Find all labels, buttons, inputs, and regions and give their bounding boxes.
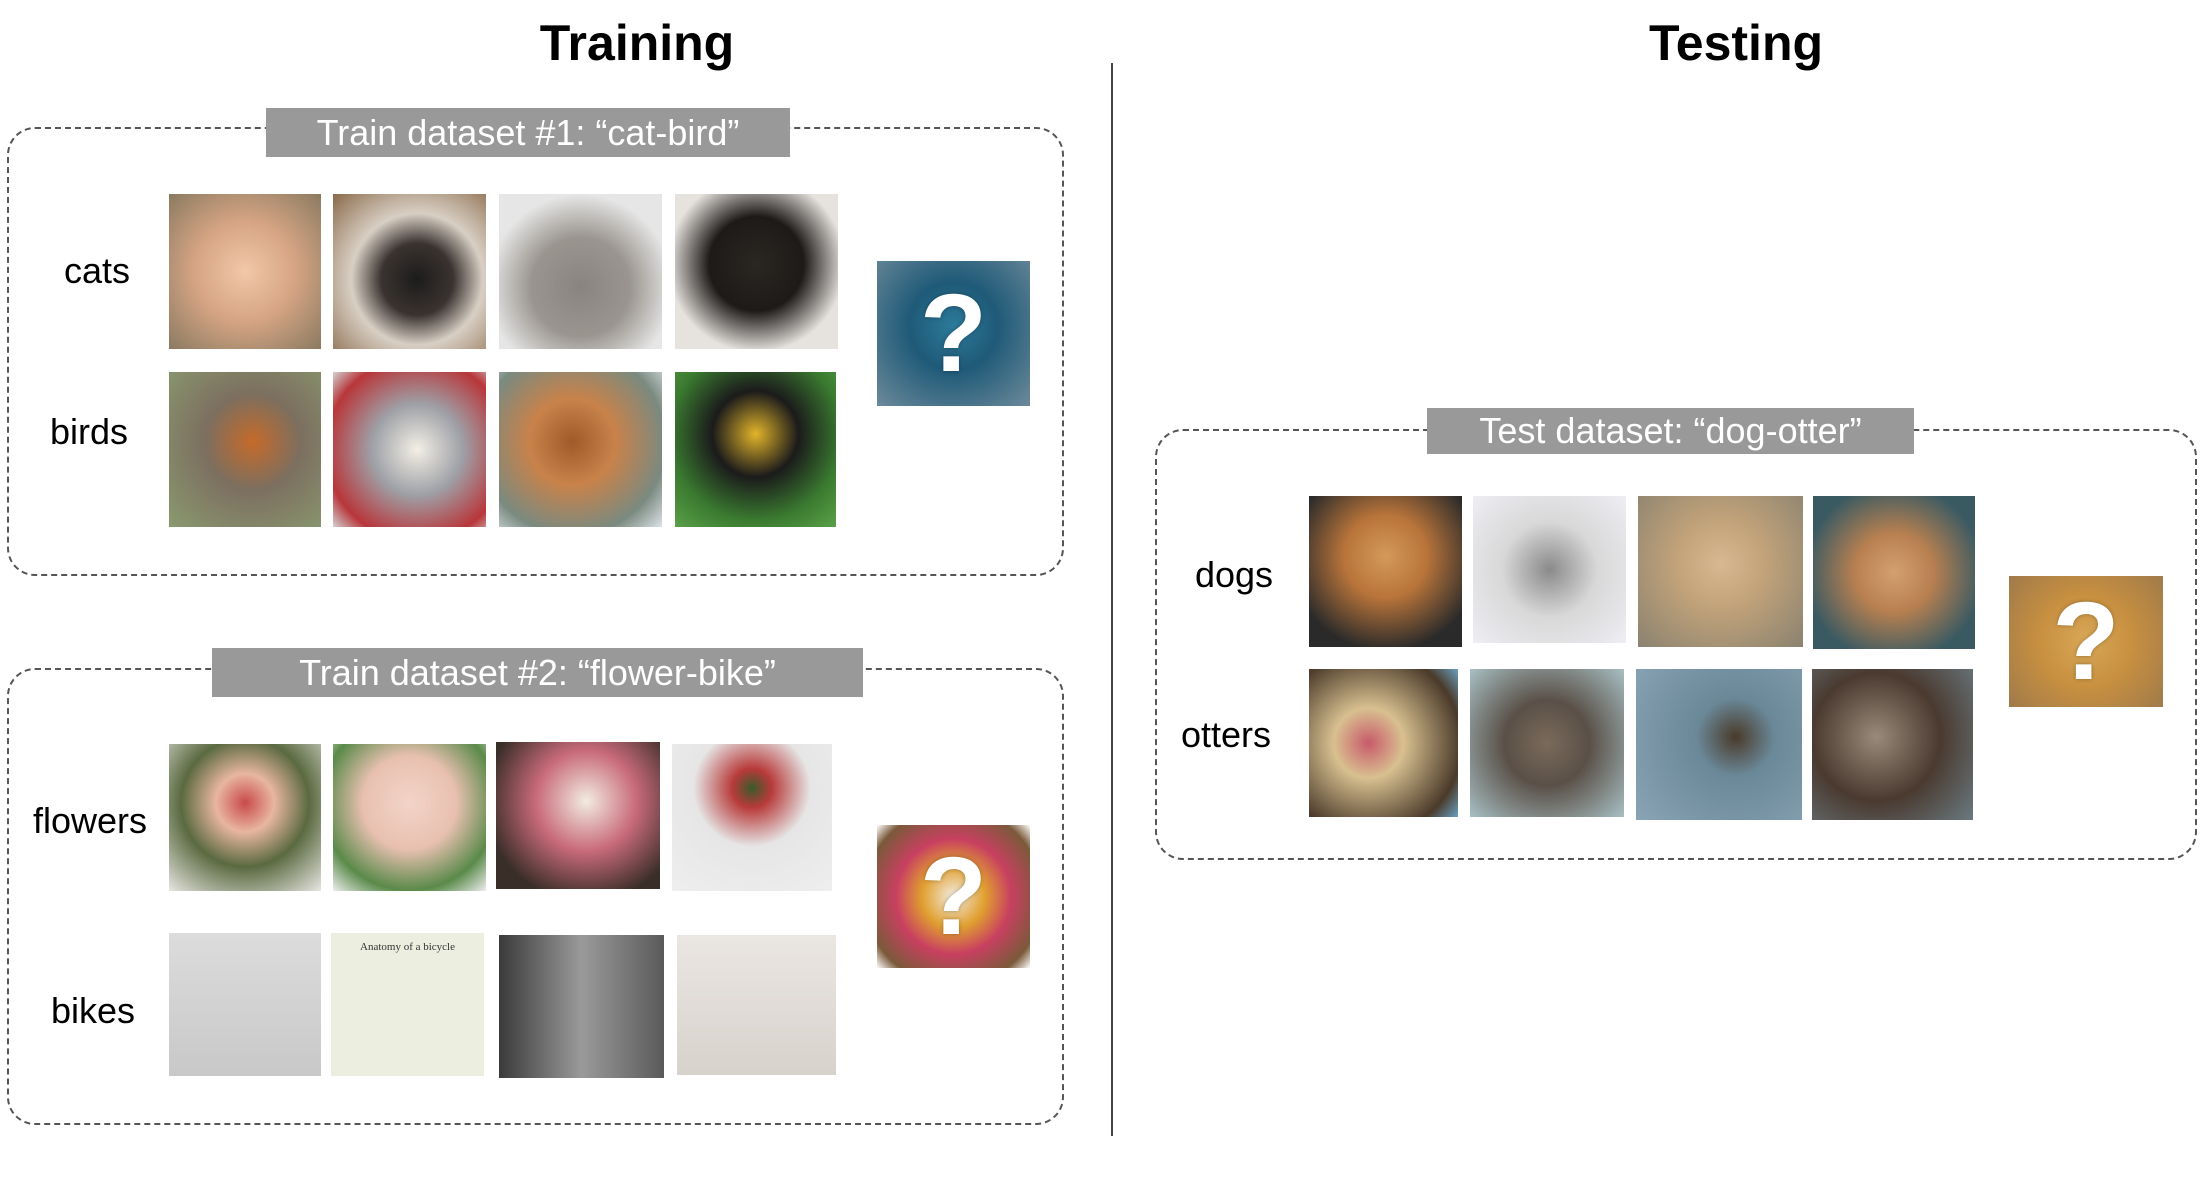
flower-image bbox=[496, 742, 660, 889]
class-label-otters: otters bbox=[1180, 714, 1272, 755]
flower-image bbox=[672, 744, 832, 891]
bird-image bbox=[169, 372, 321, 527]
class-label-flowers: flowers bbox=[32, 800, 148, 841]
cat-image bbox=[169, 194, 321, 349]
cat-image bbox=[499, 194, 662, 349]
training-title: Training bbox=[539, 15, 735, 71]
question-mark-icon: ? bbox=[2052, 580, 2120, 703]
otter-image bbox=[1309, 669, 1458, 817]
otter-image bbox=[1636, 669, 1802, 820]
bike-diagram-caption: Anatomy of a bicycle bbox=[360, 941, 455, 953]
class-label-bikes: bikes bbox=[50, 990, 136, 1031]
question-mark-icon: ? bbox=[919, 272, 988, 395]
flower-image bbox=[169, 744, 321, 891]
bike-image bbox=[677, 935, 836, 1075]
query-flower-image: ? bbox=[877, 825, 1030, 968]
divider-line bbox=[1111, 63, 1113, 1136]
dog-image bbox=[1473, 496, 1626, 643]
class-label-dogs: dogs bbox=[1194, 554, 1274, 595]
otter-image bbox=[1812, 669, 1973, 820]
train-dataset-1-label: Train dataset #1: “cat-bird” bbox=[266, 108, 790, 157]
testing-title: Testing bbox=[1648, 15, 1824, 71]
cat-image bbox=[675, 194, 838, 349]
bird-image bbox=[499, 372, 662, 527]
cat-image bbox=[333, 194, 486, 349]
question-mark-icon: ? bbox=[919, 835, 988, 958]
query-dog-image: ? bbox=[2009, 576, 2163, 707]
bird-image bbox=[333, 372, 486, 527]
bike-image: Anatomy of a bicycle bbox=[331, 933, 484, 1076]
otter-image bbox=[1470, 669, 1624, 817]
class-label-birds: birds bbox=[49, 411, 129, 452]
dog-image bbox=[1638, 496, 1803, 647]
dog-image bbox=[1813, 496, 1975, 649]
query-bird-image: ? bbox=[877, 261, 1030, 406]
bird-image bbox=[675, 372, 836, 527]
train-dataset-2-label: Train dataset #2: “flower-bike” bbox=[212, 648, 863, 697]
dog-image bbox=[1309, 496, 1462, 647]
test-dataset-label: Test dataset: “dog-otter” bbox=[1427, 408, 1914, 454]
class-label-cats: cats bbox=[63, 250, 131, 291]
bike-image bbox=[499, 935, 664, 1078]
bike-image bbox=[169, 933, 321, 1076]
flower-image bbox=[333, 744, 486, 891]
